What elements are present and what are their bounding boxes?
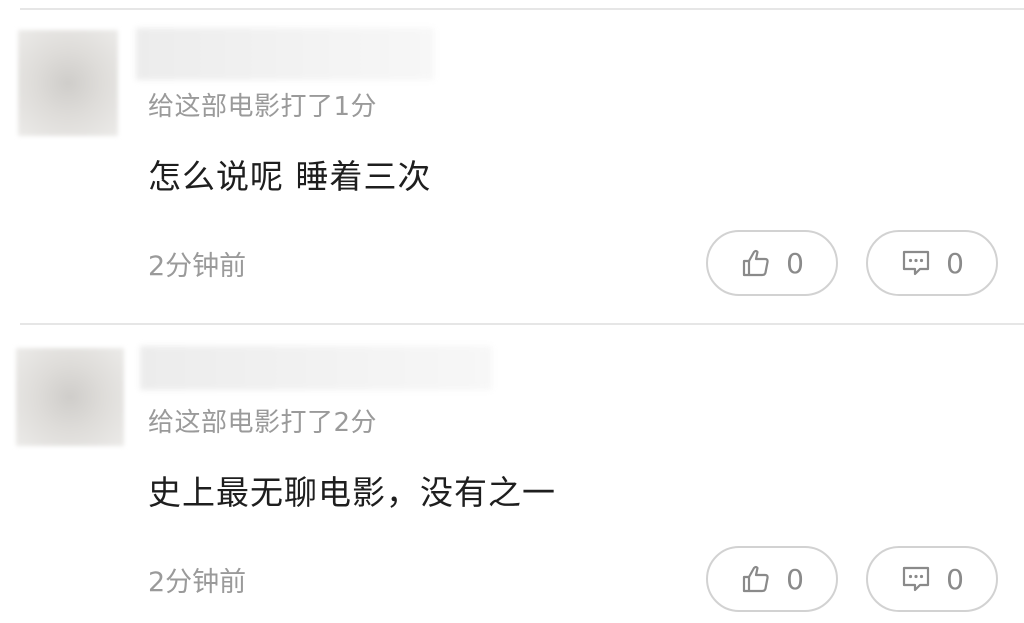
like-count: 0 [786, 246, 804, 280]
timestamp: 2分钟前 [148, 567, 247, 598]
avatar[interactable] [18, 30, 118, 136]
comment-item: 给这部电影打了2分 史上最无聊电影，没有之一 2分钟前 0 0 [0, 316, 1024, 616]
username-blurred[interactable] [140, 346, 492, 390]
reply-count: 0 [946, 562, 964, 596]
avatar[interactable] [16, 348, 124, 446]
comment-text: 史上最无聊电影，没有之一 [148, 473, 556, 512]
username-blurred[interactable] [136, 28, 434, 80]
rating-text: 给这部电影打了2分 [148, 408, 378, 438]
reply-button[interactable]: 0 [866, 546, 998, 612]
reply-button[interactable]: 0 [866, 230, 998, 296]
comment-text: 怎么说呢 睡着三次 [148, 157, 432, 196]
comment-bubble-icon [902, 566, 930, 592]
comment-item: 给这部电影打了1分 怎么说呢 睡着三次 2分钟前 0 0 [0, 0, 1024, 300]
thumbs-up-icon [742, 249, 769, 277]
thumbs-up-icon [742, 565, 769, 593]
timestamp: 2分钟前 [148, 251, 247, 282]
reply-count: 0 [946, 246, 964, 280]
rating-text: 给这部电影打了1分 [148, 92, 378, 122]
comment-bubble-icon [902, 250, 930, 276]
like-button[interactable]: 0 [706, 546, 838, 612]
comment-feed: 给这部电影打了1分 怎么说呢 睡着三次 2分钟前 0 0 给这部电影打了2分 史… [0, 0, 1024, 623]
like-count: 0 [786, 562, 804, 596]
like-button[interactable]: 0 [706, 230, 838, 296]
